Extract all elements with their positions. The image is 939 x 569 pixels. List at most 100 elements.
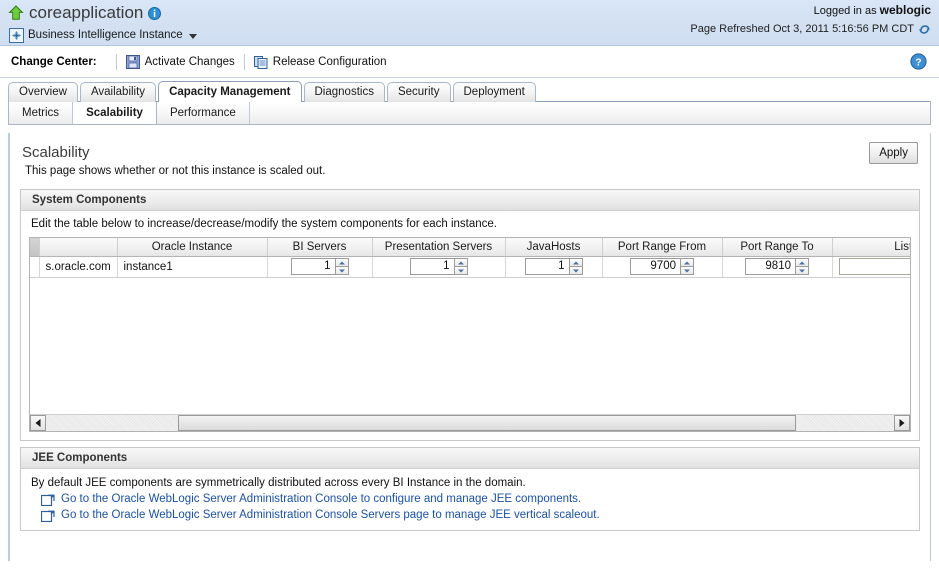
tab-diagnostics-label: Diagnostics (314, 86, 374, 98)
toolbar-divider (115, 53, 117, 70)
scroll-right-arrow-icon[interactable] (894, 415, 910, 431)
home-up-arrow-icon[interactable] (8, 5, 24, 21)
scrollbar-thumb[interactable] (178, 415, 796, 431)
jee-configure-link[interactable]: Go to the Oracle WebLogic Server Adminis… (61, 493, 581, 505)
tab-metrics[interactable]: Metrics (9, 102, 74, 124)
system-components-section: System Components Edit the table below t… (20, 189, 920, 441)
presentation-servers-stepper-buttons (453, 258, 468, 275)
tab-deployment-label: Deployment (463, 86, 525, 98)
page-header: Scalability This page shows whether or n… (10, 133, 930, 183)
page-refreshed-text: Page Refreshed Oct 3, 2011 5:16:56 PM CD… (690, 23, 914, 35)
app-title-row: coreapplication (8, 2, 197, 24)
column-header-javahosts[interactable]: JavaHosts (505, 238, 603, 257)
change-center-toolbar: Change Center: Activate Changes Release … (0, 46, 939, 78)
table-header-row: Oracle Instance BI Servers Presentation … (30, 238, 910, 257)
cell-listen-address (832, 256, 910, 278)
tab-security-label: Security (397, 86, 440, 98)
column-header-listen-address[interactable]: Listen Address (832, 238, 910, 257)
column-header-port-range-from[interactable]: Port Range From (602, 238, 723, 257)
port-range-to-decrement-icon[interactable] (795, 266, 809, 275)
javahosts-decrement-icon[interactable] (568, 266, 583, 275)
port-range-from-stepper[interactable]: 9700 (630, 258, 694, 275)
cell-presentation-servers: 1 (372, 256, 506, 278)
javahosts-stepper[interactable]: 1 (524, 258, 583, 275)
row-select-cell[interactable] (30, 256, 40, 278)
scroll-left-arrow-icon[interactable] (30, 415, 46, 431)
tab-diagnostics[interactable]: Diagnostics (303, 82, 385, 102)
presentation-servers-increment-icon[interactable] (453, 258, 468, 266)
table-row[interactable]: s.oracle.com instance1 1 1 1 9700 9810 (30, 256, 910, 278)
save-disk-icon (125, 54, 140, 69)
port-range-from-decrement-icon[interactable] (680, 266, 694, 275)
presentation-servers-decrement-icon[interactable] (453, 266, 468, 275)
jee-components-heading: JEE Components (21, 448, 919, 469)
tab-overview[interactable]: Overview (8, 82, 78, 102)
bi-servers-input[interactable]: 1 (290, 258, 335, 275)
bi-servers-decrement-icon[interactable] (334, 266, 349, 275)
cell-javahosts: 1 (505, 256, 603, 278)
activate-changes-button[interactable]: Activate Changes (125, 54, 235, 69)
javahosts-stepper-buttons (568, 258, 583, 275)
column-header-host[interactable] (39, 238, 118, 257)
page-title: Scalability (22, 144, 90, 161)
banner-right-group: Logged in as weblogic Page Refreshed Oct… (690, 3, 931, 37)
column-header-bi-servers[interactable]: BI Servers (267, 238, 373, 257)
release-configuration-button[interactable]: Release Configuration (253, 55, 387, 69)
presentation-servers-stepper[interactable]: 1 (409, 258, 468, 275)
instance-selector-label: Business Intelligence Instance (28, 29, 183, 41)
chevron-down-icon[interactable] (188, 33, 197, 39)
tab-security[interactable]: Security (386, 82, 451, 102)
help-question-icon[interactable]: ? (910, 53, 927, 70)
change-center-label: Change Center: (11, 55, 97, 68)
tab-overview-label: Overview (19, 86, 67, 98)
javahosts-input[interactable]: 1 (524, 258, 569, 275)
instance-selector[interactable]: Business Intelligence Instance (8, 26, 197, 44)
toolbar-divider-2 (243, 53, 245, 70)
system-components-table-container: Oracle Instance BI Servers Presentation … (29, 237, 911, 432)
bi-instance-target-icon (9, 27, 24, 43)
logged-in-prefix: Logged in as (813, 5, 877, 17)
application-page: coreapplication Business Intelligence In… (0, 0, 939, 569)
cell-oracle-instance: instance1 (117, 256, 268, 278)
listen-address-input[interactable] (838, 258, 910, 275)
bi-servers-stepper[interactable]: 1 (290, 258, 349, 275)
system-components-description: Edit the table below to increase/decreas… (31, 218, 498, 230)
scrollbar-track[interactable] (46, 415, 894, 431)
cell-port-range-from: 9700 (602, 256, 723, 278)
jee-components-description: By default JEE components are symmetrica… (31, 477, 526, 489)
jee-link-row-scaleout: Go to the Oracle WebLogic Server Adminis… (40, 508, 911, 523)
tab-deployment[interactable]: Deployment (452, 82, 536, 102)
tab-performance[interactable]: Performance (157, 102, 250, 124)
column-header-oracle-instance[interactable]: Oracle Instance (117, 238, 268, 257)
presentation-servers-input[interactable]: 1 (409, 258, 454, 275)
tab-availability[interactable]: Availability (79, 82, 157, 102)
column-header-port-range-to[interactable]: Port Range To (722, 238, 833, 257)
banner-left-group: coreapplication Business Intelligence In… (8, 2, 197, 44)
refresh-icon[interactable] (918, 23, 931, 36)
port-range-to-input[interactable]: 9810 (745, 258, 795, 275)
cell-host: s.oracle.com (39, 256, 118, 278)
tab-metrics-label: Metrics (22, 107, 60, 119)
bi-servers-increment-icon[interactable] (334, 258, 349, 266)
tab-scalability[interactable]: Scalability (73, 102, 157, 124)
page-subtitle: This page shows whether or not this inst… (25, 165, 326, 177)
port-range-to-stepper[interactable]: 9810 (745, 258, 809, 275)
bi-servers-stepper-buttons (334, 258, 349, 275)
jee-link-row-configure: Go to the Oracle WebLogic Server Adminis… (40, 492, 911, 507)
tab-capacity-management-label: Capacity Management (169, 86, 291, 98)
release-configuration-label: Release Configuration (272, 55, 387, 68)
port-range-to-increment-icon[interactable] (795, 258, 809, 266)
table-horizontal-scrollbar[interactable] (30, 414, 910, 431)
svg-text:?: ? (915, 56, 921, 68)
apply-button[interactable]: Apply (869, 142, 918, 164)
jee-scaleout-link[interactable]: Go to the Oracle WebLogic Server Adminis… (61, 509, 600, 521)
column-header-presentation-servers[interactable]: Presentation Servers (372, 238, 506, 257)
port-range-from-increment-icon[interactable] (680, 258, 694, 266)
port-range-from-input[interactable]: 9700 (630, 258, 680, 275)
external-link-icon-2 (40, 508, 55, 523)
port-range-to-stepper-buttons (795, 258, 809, 275)
page-refreshed-row: Page Refreshed Oct 3, 2011 5:16:56 PM CD… (690, 22, 931, 37)
info-icon[interactable] (148, 6, 162, 20)
tab-capacity-management[interactable]: Capacity Management (158, 81, 302, 102)
javahosts-increment-icon[interactable] (568, 258, 583, 266)
